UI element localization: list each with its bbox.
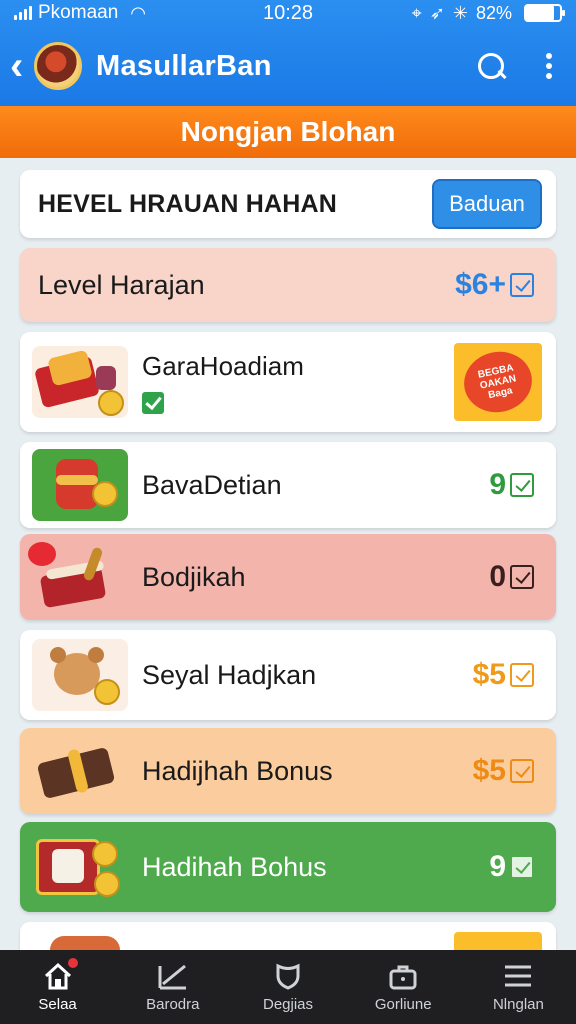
home-icon <box>42 957 78 990</box>
search-icon[interactable] <box>476 51 506 81</box>
blanket-coin-thumbnail <box>32 346 128 418</box>
menu-icon <box>502 962 534 990</box>
list-item[interactable]: Hadihah Bohus 9 <box>20 822 556 912</box>
app-title: MasullarBan <box>96 49 272 82</box>
section-banner: Nongjan Blohan <box>0 106 576 158</box>
item-label: Hadihah Bohus <box>142 851 327 882</box>
location-icon: ⌖ <box>411 2 422 23</box>
promo-sticker[interactable]: BEGBA OAKAN Baga <box>454 343 542 421</box>
certificate-coin-thumbnail <box>32 831 128 903</box>
top-bar: Pkomaan ◠ 10:28 ⌖ ➶ ✳ 82% ‹ MasullarBan <box>0 0 576 106</box>
item-label: GaraHoadiam <box>142 350 304 381</box>
list-item[interactable]: Seyal Hadjkan $5 <box>20 630 556 720</box>
bottom-navigation: Selaa Barodra Degjias Gorliune Nlnglan <box>0 950 576 1024</box>
navigation-icon: ➶ <box>429 2 445 23</box>
level-amount: $6+ <box>455 268 506 301</box>
item-amount: $5 <box>472 658 506 691</box>
chart-icon <box>157 962 189 990</box>
level-label: Level Harajan <box>38 269 205 300</box>
nav-item-briefcase[interactable]: Gorliune <box>346 950 461 1024</box>
notification-badge <box>28 542 56 566</box>
signal-icon <box>14 6 32 20</box>
list-item[interactable]: GaraHoadiam BEGBA OAKAN Baga <box>20 332 556 432</box>
banner-title: Nongjan Blohan <box>180 116 396 147</box>
item-amount: 9 <box>489 850 506 883</box>
checkbox-icon[interactable] <box>510 759 534 783</box>
back-icon[interactable]: ‹ <box>10 46 32 86</box>
checkbox-icon[interactable] <box>510 855 534 879</box>
verified-check-icon <box>142 391 164 414</box>
app-bar: ‹ MasullarBan <box>0 26 576 106</box>
wifi-icon: ◠ <box>130 2 146 23</box>
wrapped-book-thumbnail <box>32 735 128 807</box>
nav-item-shield[interactable]: Degjias <box>230 950 345 1024</box>
checkbox-icon[interactable] <box>510 273 534 297</box>
home-badge <box>67 957 78 968</box>
shield-icon <box>272 962 304 990</box>
app-logo <box>34 42 82 90</box>
nav-item-home[interactable]: Selaa <box>0 950 115 1024</box>
nav-label: Gorliune <box>374 995 432 1013</box>
promo-sticker-text: BEGBA OAKAN Baga <box>458 345 538 419</box>
item-amount: 0 <box>489 560 506 593</box>
status-bar: Pkomaan ◠ 10:28 ⌖ ➶ ✳ 82% <box>0 0 576 26</box>
item-amount: 9 <box>489 468 506 501</box>
teddy-bear-thumbnail <box>32 639 128 711</box>
header-action-button[interactable]: Baduan <box>432 179 542 229</box>
nav-label: Selaa <box>38 995 77 1013</box>
nav-label: Nlnglan <box>492 995 544 1013</box>
list-header-label: HEVEL HRAUAN HAHAN <box>38 189 337 218</box>
more-options-icon[interactable] <box>546 53 552 79</box>
nav-label: Degjias <box>262 995 314 1013</box>
drum-coin-thumbnail <box>32 449 128 521</box>
item-label: Hadijhah Bonus <box>142 755 333 786</box>
list-item[interactable]: Hadijhah Bonus $5 <box>20 728 556 814</box>
battery-icon <box>524 4 565 22</box>
checkbox-icon[interactable] <box>510 565 534 589</box>
level-row[interactable]: Level Harajan $6+ <box>20 248 556 322</box>
list-item[interactable]: Bodjikah 0 <box>20 534 556 620</box>
nav-item-stats[interactable]: Barodra <box>115 950 230 1024</box>
nav-item-menu[interactable]: Nlnglan <box>461 950 576 1024</box>
carrier-name: Pkomaan <box>38 2 119 23</box>
checkbox-icon[interactable] <box>510 663 534 687</box>
item-amount: $5 <box>472 754 506 787</box>
briefcase-icon <box>387 962 419 990</box>
item-label: Seyal Hadjkan <box>142 659 317 690</box>
list-item[interactable]: BavaDetian 9 <box>20 442 556 528</box>
item-label: Bodjikah <box>142 561 246 592</box>
list-header-card: HEVEL HRAUAN HAHAN Baduan <box>20 170 556 238</box>
item-label: BavaDetian <box>142 469 282 500</box>
nav-label: Barodra <box>146 995 200 1013</box>
checkbox-icon[interactable] <box>510 473 534 497</box>
bluetooth-icon: ✳ <box>452 2 468 23</box>
battery-percent: 82% <box>475 2 512 23</box>
